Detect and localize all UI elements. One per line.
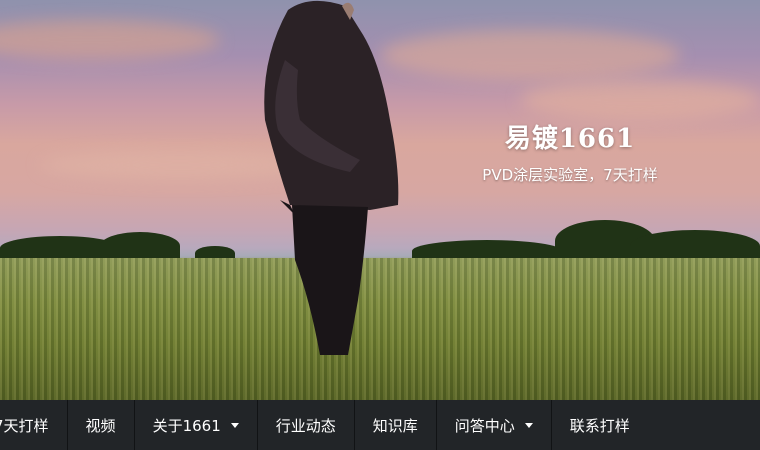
sky-cloud [380, 30, 680, 80]
nav-item-video[interactable]: 视频 [68, 400, 135, 450]
hero-title: 易镀1661 [504, 124, 636, 154]
tree-line [100, 232, 180, 260]
sky-cloud [0, 20, 220, 60]
chevron-down-icon [230, 422, 239, 428]
nav-item-label: 关于1661 [152, 416, 221, 435]
nav-item-contact-sampling[interactable]: 联系打样 [552, 400, 648, 450]
nav-item-label: 视频 [85, 416, 116, 435]
standing-person-figure [264, 0, 399, 355]
hero-subtitle: PVD涂层实验室，7天打样 [482, 166, 658, 184]
nav-item-about[interactable]: 关于1661 [135, 400, 258, 450]
nav-item-label: 7天打样 [0, 416, 49, 435]
nav-item-label: 问答中心 [454, 416, 515, 435]
nav-item-label: 行业动态 [275, 416, 336, 435]
nav-item-7day-sampling[interactable]: 7天打样 [0, 400, 68, 450]
main-navigation-bar: 7天打样 视频 关于1661 行业动态 知识库 问答中心 联系打样 [0, 400, 760, 450]
sky-cloud [520, 80, 760, 120]
nav-item-label: 联系打样 [569, 416, 630, 435]
nav-item-industry-news[interactable]: 行业动态 [258, 400, 355, 450]
nav-item-label: 知识库 [372, 416, 418, 435]
nav-item-knowledge-base[interactable]: 知识库 [355, 400, 437, 450]
hero-banner: 易镀1661 PVD涂层实验室，7天打样 [0, 0, 760, 400]
chevron-down-icon [524, 422, 533, 428]
nav-item-qa-center[interactable]: 问答中心 [437, 400, 552, 450]
